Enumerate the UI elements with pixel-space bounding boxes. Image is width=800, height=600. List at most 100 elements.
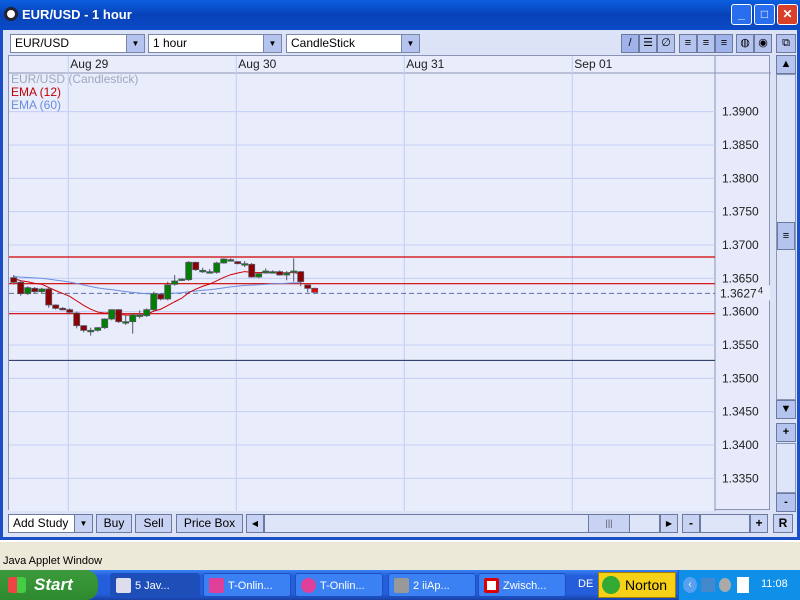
scroll-right-button[interactable]: ▶ xyxy=(660,514,678,533)
detach-icon[interactable]: ⧉ xyxy=(776,34,796,53)
grid-3-icon[interactable]: ≡ xyxy=(715,34,733,53)
grid-1-icon[interactable]: ≡ xyxy=(679,34,697,53)
candle xyxy=(304,284,312,289)
candle xyxy=(136,314,144,317)
x-tick-label: Aug 29 xyxy=(70,57,108,71)
candle xyxy=(276,271,284,276)
candle xyxy=(108,309,116,320)
candle xyxy=(157,293,165,300)
symbol-value: EUR/USD xyxy=(15,36,70,50)
scroll-up-button[interactable]: ▲ xyxy=(776,55,796,74)
volume-icon[interactable] xyxy=(719,578,731,592)
vertical-scroll-thumb[interactable]: ≡ xyxy=(777,222,795,250)
task-tonline-2[interactable]: T-Onlin... xyxy=(295,573,383,597)
horizontal-scroll-thumb[interactable]: ||| xyxy=(588,514,630,533)
candle xyxy=(80,325,88,331)
price-zoom-out-button[interactable]: - xyxy=(776,493,796,512)
chart-panel[interactable]: 1.3900 1.3850 1.3800 1.3750 1.3700 1.3650 1.36… xyxy=(8,55,771,511)
symbol-select[interactable]: EUR/USD ▼ xyxy=(10,34,145,53)
buy-button[interactable]: Buy xyxy=(96,514,132,533)
chart-type-select[interactable]: CandleStick ▼ xyxy=(286,34,420,53)
y-tick-label: 1.3500 xyxy=(722,371,759,385)
candle xyxy=(122,321,130,324)
task-iiap[interactable]: 2 iiAp... xyxy=(388,573,476,597)
chevron-down-icon[interactable]: ▼ xyxy=(401,35,419,52)
candle xyxy=(241,263,249,266)
task-zwischen[interactable]: Zwisch... xyxy=(478,573,566,597)
color-scheme-1-icon[interactable]: ◍ xyxy=(736,34,754,53)
y-tick-label: 1.3450 xyxy=(722,405,759,419)
task-tonline-1[interactable]: T-Onlin... xyxy=(203,573,291,597)
candle xyxy=(164,284,172,300)
candle xyxy=(143,309,151,317)
java-app-icon xyxy=(4,7,18,21)
line-tool-icon[interactable]: / xyxy=(621,34,639,53)
scroll-left-button[interactable]: ◀ xyxy=(246,514,264,533)
candle xyxy=(192,261,200,271)
tonline-icon xyxy=(301,578,316,593)
norton-label: Norton xyxy=(625,577,668,593)
chevron-left-icon[interactable]: ‹ xyxy=(683,577,697,593)
app-icon xyxy=(394,578,409,593)
time-zoom-in-button[interactable]: + xyxy=(750,514,768,533)
candle xyxy=(220,258,228,264)
sell-button[interactable]: Sell xyxy=(135,514,172,533)
reset-button[interactable]: R xyxy=(773,514,793,533)
close-button[interactable]: ✕ xyxy=(777,4,798,25)
color-scheme-2-icon[interactable]: ◉ xyxy=(754,34,772,53)
interval-select[interactable]: 1 hour ▼ xyxy=(148,34,282,53)
candle xyxy=(248,263,256,278)
task-label: 5 Jav... xyxy=(135,580,170,592)
candle xyxy=(31,287,39,293)
x-tick-label: Sep 01 xyxy=(574,57,612,71)
no-tool-icon[interactable]: ∅ xyxy=(657,34,675,53)
tonline-icon xyxy=(209,578,224,593)
candle xyxy=(206,271,214,274)
candle xyxy=(24,287,32,295)
status-text: Java Applet Window xyxy=(3,555,103,567)
chevron-down-icon[interactable]: ▼ xyxy=(126,35,144,52)
task-label: Zwisch... xyxy=(503,580,547,592)
maximize-button[interactable]: □ xyxy=(754,4,775,25)
candle xyxy=(171,280,179,285)
y-tick-label: 1.3750 xyxy=(722,205,759,219)
system-tray: ‹ 11:08 xyxy=(678,570,800,600)
y-tick-label: 1.3600 xyxy=(722,305,759,319)
time-zoom-out-button[interactable]: - xyxy=(682,514,700,533)
start-label: Start xyxy=(34,575,73,594)
minimize-button[interactable]: _ xyxy=(731,4,752,25)
candle xyxy=(199,269,207,273)
y-tick-label: 1.3850 xyxy=(722,138,759,152)
hlines-tool-icon[interactable]: ☰ xyxy=(639,34,657,53)
price-zoom-in-button[interactable]: + xyxy=(776,423,796,442)
candlestick-chart[interactable]: 1.39001.38501.38001.37501.37001.36501.36… xyxy=(9,56,771,511)
y-tick-label: 1.3700 xyxy=(722,238,759,252)
interval-value: 1 hour xyxy=(153,36,188,50)
price-box-button[interactable]: Price Box xyxy=(176,514,243,533)
start-button[interactable]: Start xyxy=(0,570,98,600)
task-label: 2 iiAp... xyxy=(413,580,450,592)
task-java[interactable]: 5 Jav... xyxy=(110,573,200,597)
add-study-select[interactable]: Add Study ▼ xyxy=(8,514,93,533)
candle xyxy=(178,278,186,281)
chevron-down-icon[interactable]: ▼ xyxy=(263,35,281,52)
price-zoom-slider[interactable] xyxy=(776,443,796,493)
scroll-down-button[interactable]: ▼ xyxy=(776,400,796,419)
grid-2-icon[interactable]: ≡ xyxy=(697,34,715,53)
java-icon xyxy=(116,578,131,593)
clock: 11:08 xyxy=(761,578,788,590)
check-icon xyxy=(602,576,620,594)
candle xyxy=(101,318,109,329)
language-indicator[interactable]: DE xyxy=(578,578,593,590)
legend-ema12: EMA (12) xyxy=(11,85,62,99)
title-bar: EUR/USD - 1 hour _ □ ✕ xyxy=(0,0,800,30)
candle xyxy=(262,270,270,274)
time-zoom-slider[interactable] xyxy=(700,514,750,533)
windows-logo-icon xyxy=(8,577,26,593)
legend-series: EUR/USD (Candlestick) xyxy=(11,72,139,86)
norton-button[interactable]: Norton xyxy=(598,572,676,598)
document-icon[interactable] xyxy=(737,577,749,593)
candle xyxy=(283,272,291,276)
network-icon[interactable] xyxy=(701,578,715,592)
chevron-down-icon[interactable]: ▼ xyxy=(74,515,92,532)
